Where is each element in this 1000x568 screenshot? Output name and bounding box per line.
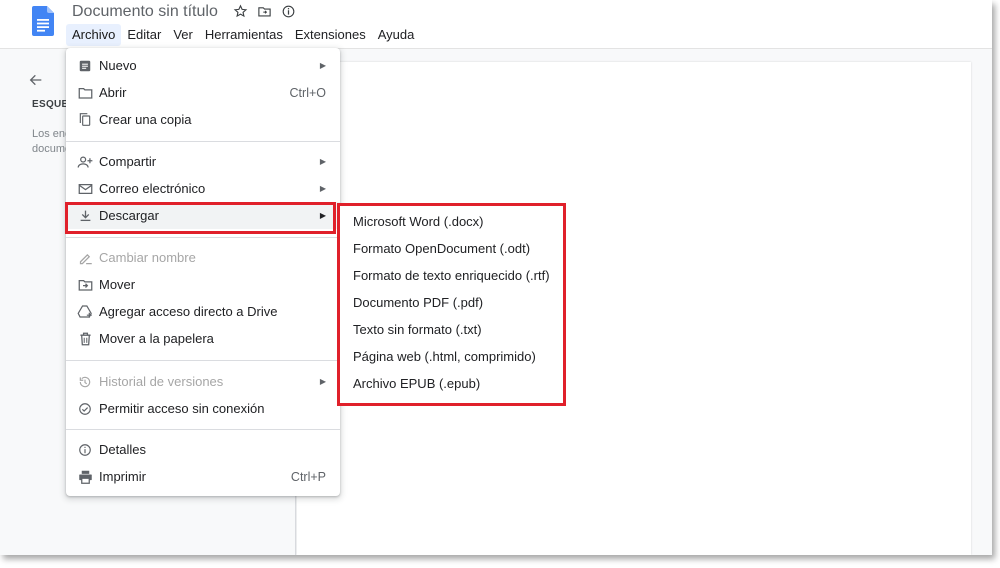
menu-item-papelera[interactable]: Mover a la papelera [66, 325, 340, 352]
menu-item-cambiar-nombre[interactable]: Cambiar nombre [66, 244, 340, 271]
move-folder-icon [77, 277, 93, 293]
menu-item-label: Permitir acceso sin conexión [99, 401, 265, 416]
menu-item-label: Historial de versiones [99, 374, 224, 389]
copy-icon [77, 112, 93, 128]
download-option-odt[interactable]: Formato OpenDocument (.odt) [353, 239, 530, 259]
app-window: Documento sin título Archivo Editar Ver … [0, 0, 992, 555]
menu-divider [66, 429, 340, 430]
descargar-highlight-box [65, 202, 336, 234]
submenu-arrow-icon: ▶ [319, 377, 326, 386]
download-option-epub[interactable]: Archivo EPUB (.epub) [353, 374, 480, 394]
menu-extensiones[interactable]: Extensiones [289, 24, 372, 46]
download-option-docx[interactable]: Microsoft Word (.docx) [353, 212, 484, 232]
email-icon [77, 181, 93, 197]
download-submenu: Microsoft Word (.docx) Formato OpenDocum… [337, 203, 566, 406]
menu-item-correo[interactable]: Correo electrónico ▶ [66, 175, 340, 202]
menu-item-acceso-directo[interactable]: Agregar acceso directo a Drive [66, 298, 340, 325]
new-document-icon [77, 58, 93, 74]
star-icon[interactable] [232, 3, 248, 19]
menu-item-label: Crear una copia [99, 112, 192, 127]
menu-item-label: Imprimir [99, 469, 146, 484]
info-icon [77, 442, 93, 458]
menu-divider [66, 360, 340, 361]
document-status-icon[interactable] [280, 3, 296, 19]
menu-item-abrir[interactable]: Abrir Ctrl+O [66, 79, 340, 106]
menu-archivo[interactable]: Archivo [66, 24, 122, 46]
history-icon [77, 374, 93, 390]
rename-icon [77, 250, 93, 266]
menu-item-sin-conexion[interactable]: Permitir acceso sin conexión [66, 395, 340, 422]
move-to-folder-icon[interactable] [256, 3, 272, 19]
menu-item-mover[interactable]: Mover [66, 271, 340, 298]
download-option-txt[interactable]: Texto sin formato (.txt) [353, 320, 482, 340]
menu-item-label: Cambiar nombre [99, 250, 196, 265]
menu-item-label: Correo electrónico [99, 181, 206, 196]
trash-icon [77, 331, 93, 347]
menu-item-label: Mover [99, 277, 136, 292]
download-option-html[interactable]: Página web (.html, comprimido) [353, 347, 536, 367]
back-arrow-icon[interactable] [28, 72, 44, 88]
document-title[interactable]: Documento sin título [72, 3, 218, 21]
menu-bar: Archivo Editar Ver Herramientas Extensio… [66, 24, 420, 46]
print-icon [77, 469, 93, 485]
menu-item-label: Abrir [99, 85, 127, 100]
download-option-rtf[interactable]: Formato de texto enriquecido (.rtf) [353, 266, 550, 286]
menu-ayuda[interactable]: Ayuda [372, 24, 421, 46]
top-bar: Documento sin título Archivo Editar Ver … [0, 0, 992, 49]
file-menu: Nuevo ▶ Abrir Ctrl+O Crear una copia Com… [66, 48, 340, 496]
menu-item-label: Mover a la papelera [99, 331, 214, 346]
menu-divider [66, 141, 340, 142]
menu-herramientas[interactable]: Herramientas [199, 24, 289, 46]
title-actions [232, 3, 296, 19]
download-option-pdf[interactable]: Documento PDF (.pdf) [353, 293, 483, 313]
menu-item-label: Nuevo [99, 58, 137, 73]
shortcut-label: Ctrl+P [290, 469, 326, 484]
menu-item-historial[interactable]: Historial de versiones ▶ [66, 368, 340, 395]
menu-item-nuevo[interactable]: Nuevo ▶ [66, 52, 340, 79]
folder-icon [77, 85, 93, 101]
submenu-arrow-icon: ▶ [319, 184, 326, 193]
menu-item-label: Agregar acceso directo a Drive [99, 304, 278, 319]
shortcut-label: Ctrl+O [289, 85, 326, 100]
menu-divider [66, 237, 340, 238]
menu-item-crear-copia[interactable]: Crear una copia [66, 106, 340, 133]
menu-item-detalles[interactable]: Detalles [66, 436, 340, 463]
menu-item-label: Detalles [99, 442, 146, 457]
menu-item-compartir[interactable]: Compartir ▶ [66, 148, 340, 175]
offline-check-icon [77, 401, 93, 417]
drive-shortcut-icon [77, 304, 93, 320]
google-docs-logo-icon[interactable] [32, 6, 54, 36]
submenu-arrow-icon: ▶ [319, 61, 326, 70]
menu-item-label: Compartir [99, 154, 157, 169]
menu-ver[interactable]: Ver [167, 24, 199, 46]
menu-editar[interactable]: Editar [121, 24, 167, 46]
share-person-icon [77, 154, 93, 170]
menu-item-imprimir[interactable]: Imprimir Ctrl+P [66, 463, 340, 490]
submenu-arrow-icon: ▶ [319, 157, 326, 166]
